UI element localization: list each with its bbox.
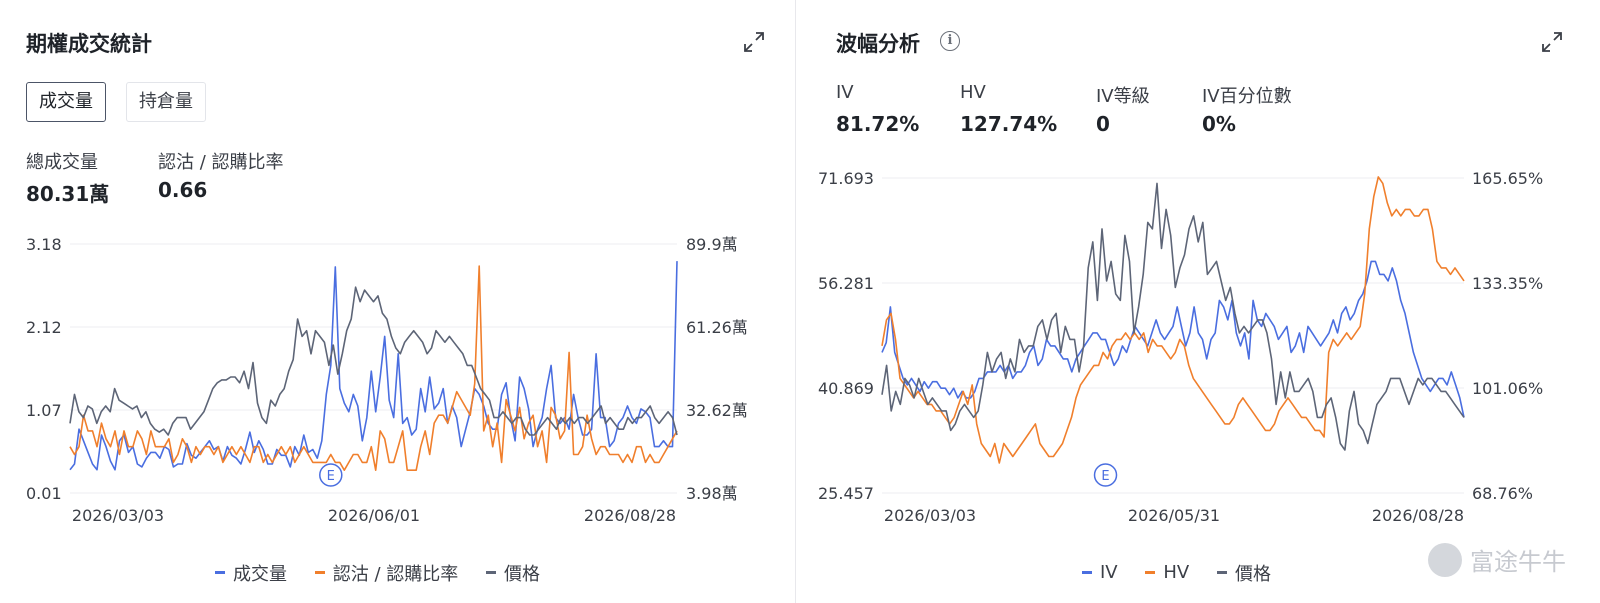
left-axis-tick: 71.693 [818, 169, 874, 188]
right-axis-tick: 89.9萬 [686, 235, 738, 254]
futu-logo-icon [1428, 542, 1462, 577]
volatility-chart[interactable]: 71.693 165.65% 56.281 133.35% 40.869 101.06% 2… [810, 0, 1600, 603]
legend-item-price[interactable]: 價格 [1216, 560, 1271, 586]
panel-divider [795, 0, 796, 603]
legend-item-put-call[interactable]: 認沽 / 認購比率 [314, 560, 458, 586]
volume-chart[interactable]: 3.18 89.9萬 2.12 61.26萬 1.07 32.62萬 0.01 3.98萬 20… [0, 0, 790, 603]
series-line-2[interactable] [69, 286, 678, 436]
right-axis-tick: 133.35% [1472, 274, 1543, 293]
x-axis-tick: 2026/08/28 [584, 506, 676, 525]
legend-item-iv[interactable]: IV [1082, 562, 1118, 583]
series-line-1[interactable] [69, 265, 678, 472]
volatility-panel: 波幅分析 i IV 81.72% HV 127.74% IV等級 0 IV百分位… [810, 0, 1600, 603]
right-axis-tick: 101.06% [1472, 379, 1543, 398]
left-axis-tick: 2.12 [26, 318, 62, 337]
left-axis-tick: 1.07 [26, 401, 62, 420]
x-axis-tick: 2026/05/31 [1128, 506, 1220, 525]
chart-legend: IV HV 價格 [1082, 558, 1293, 586]
right-axis-tick: 68.76% [1472, 484, 1533, 503]
series-line-2[interactable] [881, 182, 1465, 451]
option-volume-panel: 期權成交統計 成交量 持倉量 總成交量 80.31萬 認沽 / 認購比率 0.6… [0, 0, 790, 603]
x-axis-tick: 2026/06/01 [328, 506, 420, 525]
left-axis-tick: 25.457 [818, 484, 874, 503]
series-line-1[interactable] [881, 176, 1465, 464]
earnings-marker-label: E [1101, 469, 1109, 484]
right-axis-tick: 3.98萬 [686, 484, 738, 503]
legend-item-price[interactable]: 價格 [485, 560, 540, 586]
left-axis-tick: 3.18 [26, 235, 62, 254]
series-line-0[interactable] [69, 261, 678, 471]
x-axis-tick: 2026/03/03 [72, 506, 164, 525]
x-axis-tick: 2026/03/03 [884, 506, 976, 525]
watermark: 富途牛牛 [1428, 542, 1566, 577]
right-axis-tick: 61.26萬 [686, 318, 748, 337]
left-axis-tick: 56.281 [818, 274, 874, 293]
left-axis-tick: 0.01 [26, 484, 62, 503]
legend-item-hv[interactable]: HV [1145, 562, 1189, 583]
right-axis-tick: 165.65% [1472, 169, 1543, 188]
earnings-marker-label: E [327, 469, 335, 484]
right-axis-tick: 32.62萬 [686, 401, 748, 420]
legend-item-volume[interactable]: 成交量 [215, 560, 287, 586]
left-axis-tick: 40.869 [818, 379, 874, 398]
chart-legend: 成交量 認沽 / 認購比率 價格 [215, 558, 562, 586]
x-axis-tick: 2026/08/28 [1372, 506, 1464, 525]
